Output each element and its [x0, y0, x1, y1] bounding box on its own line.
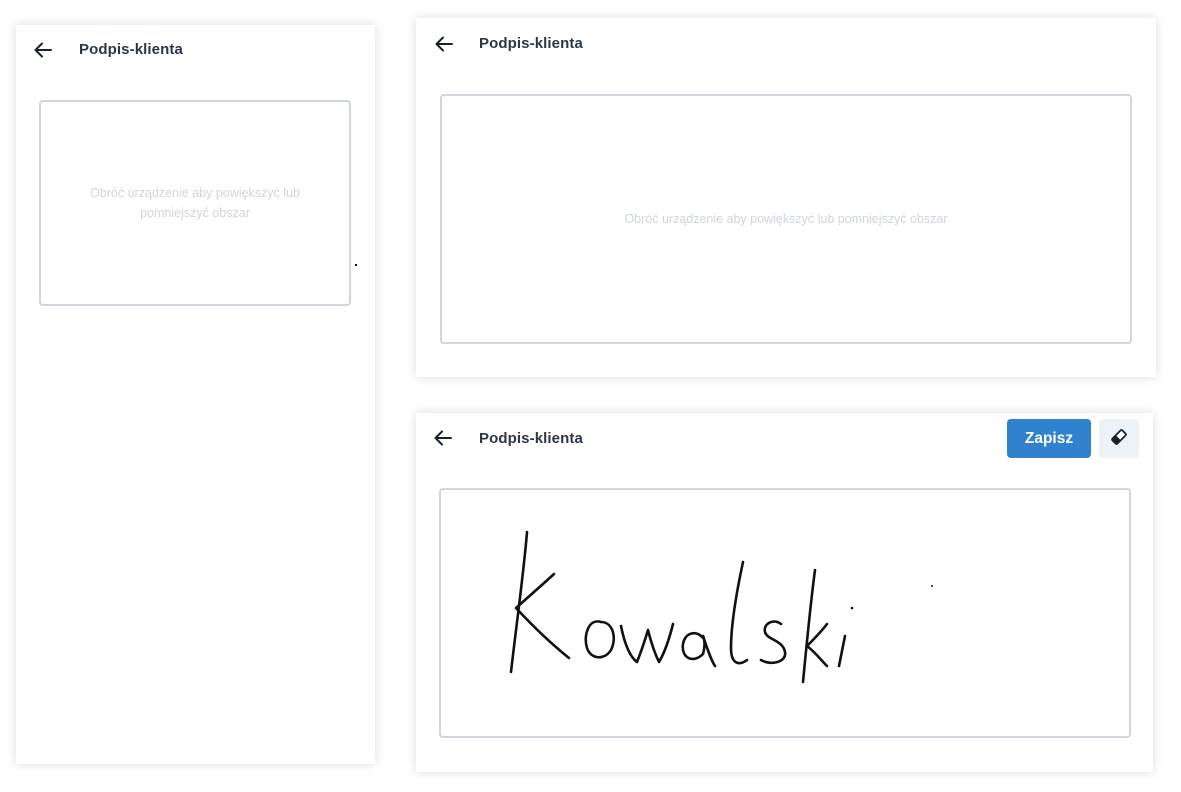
signature-stroke	[805, 622, 829, 668]
signature-stroke	[514, 572, 571, 660]
signature-stroke	[619, 622, 675, 664]
signature-stroke	[729, 560, 749, 665]
arrow-left-icon	[434, 430, 452, 446]
header: Podpis-klienta Zapisz	[416, 413, 1153, 463]
signature-pad[interactable]: Obróć urządzenie aby powiększyć lub pomn…	[440, 94, 1132, 344]
i-dot-mark	[850, 606, 854, 610]
stray-mark	[355, 264, 357, 266]
page-title: Podpis-klienta	[79, 41, 183, 58]
signature-stroke	[759, 620, 787, 665]
signature-stroke	[584, 620, 615, 659]
signature-screen-landscape-empty: Podpis-klienta Obróć urządzenie aby powi…	[416, 18, 1156, 377]
clear-button[interactable]	[1099, 419, 1139, 458]
rotate-hint: Obróć urządzenie aby powiększyć lub pomn…	[624, 212, 948, 226]
page-title: Podpis-klienta	[479, 430, 583, 447]
header: Podpis-klienta	[416, 18, 1156, 68]
rotate-hint: Obróć urządzenie aby powiększyć lub pomn…	[90, 186, 300, 220]
header: Podpis-klienta	[16, 25, 375, 75]
back-button[interactable]	[430, 426, 456, 450]
stray-mark	[931, 585, 933, 587]
signature-pad[interactable]	[439, 488, 1131, 738]
eraser-icon	[1109, 427, 1129, 450]
signature-stroke	[801, 568, 817, 684]
page-title: Podpis-klienta	[479, 35, 583, 52]
signature-screen-landscape-signed: Podpis-klienta Zapisz	[416, 413, 1153, 772]
back-button[interactable]	[30, 38, 56, 62]
signature-stroke	[681, 631, 717, 668]
signature-screen-portrait: Podpis-klienta Obróć urządzenie aby powi…	[16, 25, 375, 764]
signature-pad[interactable]: Obróć urządzenie aby powiększyć lub pomn…	[39, 100, 351, 306]
save-button[interactable]: Zapisz	[1007, 419, 1091, 458]
arrow-left-icon	[435, 36, 453, 52]
back-button[interactable]	[431, 32, 457, 56]
signature-drawing	[509, 530, 933, 684]
signature-stroke	[837, 634, 847, 668]
arrow-left-icon	[34, 42, 52, 58]
